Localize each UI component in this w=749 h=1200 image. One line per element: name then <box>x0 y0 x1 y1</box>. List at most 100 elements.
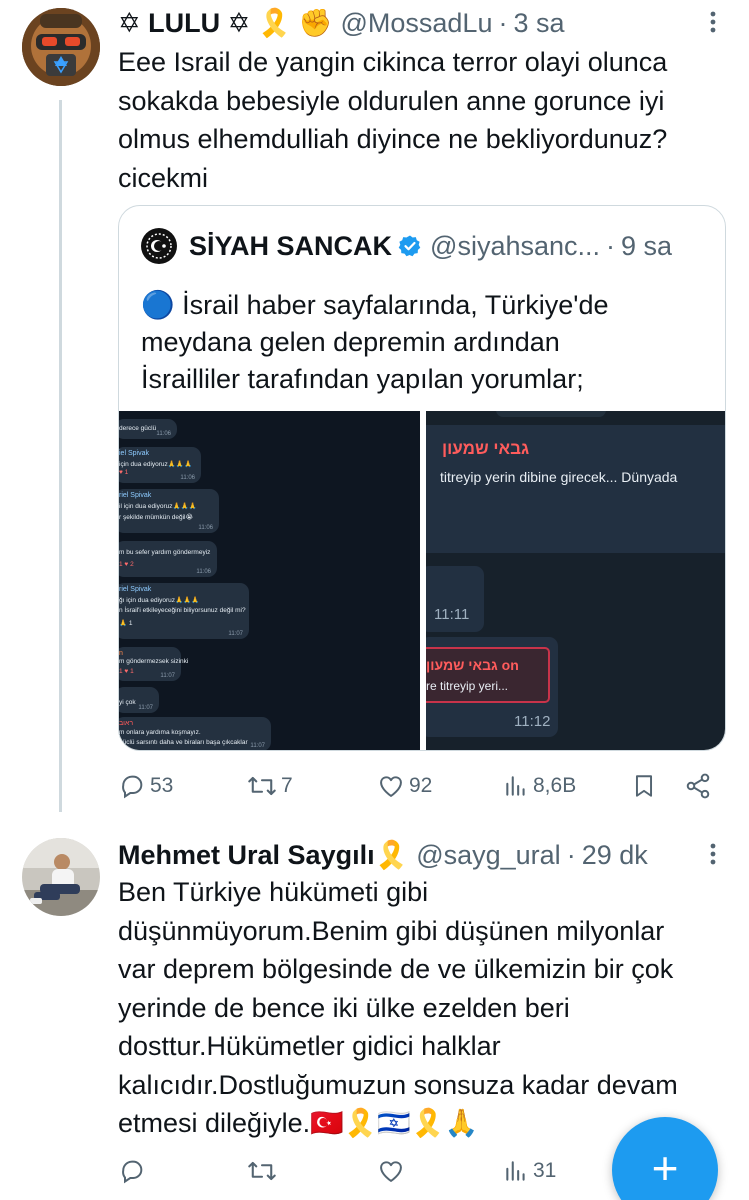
chat-time: 11:12 <box>514 713 551 730</box>
tweet-text-line: Eee Israil de yangin cikinca terror olay… <box>118 47 668 77</box>
chat-bubble: גבאי שמעון on re titreyip yeri... 11:12 <box>426 637 558 737</box>
quoted-avatar[interactable] <box>141 228 177 264</box>
views-button[interactable]: 31 <box>503 1157 556 1185</box>
thread-connector-line <box>59 100 62 812</box>
quoted-user-handle[interactable]: @siyahsanc... <box>430 231 600 262</box>
tweet-text-line: cicekmi <box>118 162 209 193</box>
quoted-text-line: 🔵 İsrail haber sayfalarında, Türkiye'de <box>141 290 609 320</box>
chat-text: titreyip yerin dibine girecek... Dünyada <box>440 469 678 485</box>
chat-sender: n <box>119 650 123 657</box>
view-count: 31 <box>533 1159 557 1182</box>
display-name[interactable]: ✡ LULU ✡ 🎗️ ✊ <box>118 7 332 39</box>
user-handle[interactable]: @sayg_ural <box>416 840 560 871</box>
heart-icon <box>380 776 402 797</box>
chat-text: n İsrail'i etkileyeceğini biliyorsunuz d… <box>119 607 246 614</box>
tweet-text-line: kalıcıdır.Dostluğumuzun sonsuza kadar de… <box>118 1069 678 1100</box>
chat-sender: riel Spivak <box>119 492 152 499</box>
chat-bubble: 11:11 <box>426 566 484 632</box>
tweet-header: ✡ LULU ✡ 🎗️ ✊ @MossadLu · 3 sa <box>118 6 565 40</box>
chat-time: 11:11 <box>434 606 470 623</box>
chat-time: 11:06 <box>196 569 211 575</box>
chat-text: yi çok <box>119 699 136 706</box>
chat-sender: riel Spivak <box>119 586 152 593</box>
views-button[interactable]: 8,6B <box>503 772 576 800</box>
tweet-text: Eee Israil de yangin cikinca terror olay… <box>118 43 738 197</box>
chat-text: m onlara yardıma koşmayız. <box>119 729 201 736</box>
chat-text: için dua ediyoruz🙏🙏🙏 <box>119 461 193 468</box>
display-name[interactable]: Mehmet Ural Saygılı🎗️ <box>118 839 408 871</box>
quoted-text-line: İsrailliler tarafından yapılan yorumlar; <box>141 364 584 394</box>
avatar[interactable] <box>22 838 100 916</box>
chat-time: 11:06 <box>156 431 171 437</box>
chat-text: ğı için dua ediyoruz🙏🙏🙏 <box>119 597 200 604</box>
tweet-text-line: yerinde de bence iki ülke ezelden beri <box>118 992 570 1023</box>
more-options-icon[interactable] <box>701 10 725 34</box>
chat-time: 11:07 <box>228 631 243 637</box>
like-button[interactable] <box>377 1157 405 1185</box>
chat-time: 11:07 <box>160 673 175 679</box>
chat-time: 11:07 <box>138 705 153 711</box>
chat-reactions: 1 ♥ 2 <box>119 561 134 568</box>
chat-bubble: ראוב m onlara yardıma koşmayız. güclü sa… <box>119 717 271 750</box>
quoted-display-name[interactable]: SİYAH SANCAK <box>189 231 392 262</box>
chat-text: m bu sefer yardım göndermeyiz <box>119 549 211 556</box>
bookmark-icon <box>635 775 653 797</box>
user-handle[interactable]: @MossadLu <box>340 8 492 39</box>
reply-button[interactable]: 53 <box>118 772 173 800</box>
separator-dot: · <box>498 7 508 38</box>
chat-text: re titreyip yeri... <box>426 679 509 693</box>
chat-bubble: riel Spivak il için dua ediyoruz🙏🙏🙏 r şe… <box>119 489 219 533</box>
reply-icon <box>122 1160 143 1184</box>
timestamp[interactable]: 3 sa <box>513 8 564 39</box>
separator-dot: · <box>606 230 616 261</box>
share-button[interactable] <box>684 772 712 800</box>
tweet-text-line: sokakda bebesiyle oldurulen anne gorunce… <box>118 85 665 116</box>
quoted-timestamp[interactable]: 9 sa <box>621 231 672 262</box>
separator-dot: · <box>566 839 576 870</box>
tweet-text-line: dosttur.Hükümetler gidici halklar <box>118 1031 501 1061</box>
chat-text: il için dua ediyoruz🙏🙏🙏 <box>119 503 197 510</box>
share-icon <box>686 773 710 799</box>
reply-count: 53 <box>150 774 174 797</box>
chat-time: 11:06 <box>198 525 213 531</box>
timestamp[interactable]: 29 dk <box>582 840 648 871</box>
chat-reactions: 1 ♥ 1 <box>119 668 134 675</box>
chat-bubble: riel Spivak ğı için dua ediyoruz🙏🙏🙏 n İs… <box>119 583 249 639</box>
tweet-text: Ben Türkiye hükümeti gibi düşünmüyorum.B… <box>118 873 738 1143</box>
quoted-tweet[interactable]: SİYAH SANCAK @siyahsanc... · 9 sa 🔵 İsra… <box>118 205 726 751</box>
like-button[interactable]: 92 <box>377 772 432 800</box>
retweet-count: 7 <box>281 774 293 797</box>
reply-button[interactable] <box>118 1157 146 1185</box>
chat-sender: גבאי שמעון <box>442 439 530 458</box>
chat-text: r şekilde mümkün değil😭 <box>119 514 194 521</box>
tweet-text-line: düşünmüyorum.Benim gibi düşünen milyonla… <box>118 915 665 946</box>
chat-sender: ראוב <box>119 720 134 727</box>
chat-sender: iel Spivak <box>119 450 149 457</box>
verified-badge-icon <box>398 234 422 258</box>
reply-quote: גבאי שמעון on re titreyip yeri... <box>426 647 550 703</box>
retweet-button[interactable]: 7 <box>247 772 293 800</box>
chat-time: 11:07 <box>250 743 265 749</box>
chat-reactions: 🙏 1 <box>119 620 133 627</box>
views-chart-icon <box>506 776 525 796</box>
chat-bubble: derece güclü 11:06 <box>119 419 177 439</box>
retweet-button[interactable] <box>247 1157 277 1185</box>
chat-bubble: iel Spivak için dua ediyoruz🙏🙏🙏 ♥ 1 11:0… <box>119 447 201 483</box>
more-options-icon[interactable] <box>701 842 725 866</box>
retweet-icon <box>248 1161 276 1181</box>
heart-icon <box>380 1161 402 1182</box>
like-count: 92 <box>409 774 433 797</box>
chat-bubble <box>496 411 606 417</box>
chat-reactions: ♥ 1 <box>119 469 129 476</box>
tweet-header: Mehmet Ural Saygılı🎗️ @sayg_ural · 29 dk <box>118 838 648 872</box>
chat-sender: גבאי שמעון on <box>426 657 519 673</box>
chat-text: güclü sarsıntı daha ve biraları başa çık… <box>119 739 248 746</box>
avatar[interactable] <box>22 8 100 86</box>
views-chart-icon <box>506 1161 525 1181</box>
bookmark-button[interactable] <box>631 772 657 800</box>
quoted-media-right[interactable]: גבאי שמעון titreyip yerin dibine girecek… <box>426 411 725 750</box>
chat-time: 11:06 <box>180 475 195 481</box>
quoted-media-left[interactable]: derece güclü 11:06 iel Spivak için dua e… <box>119 411 420 750</box>
chat-bubble: n m göndermezsek sizinki 1 ♥ 1 11:07 <box>119 647 188 681</box>
tweet-text-line: Ben Türkiye hükümeti gibi <box>118 877 429 907</box>
